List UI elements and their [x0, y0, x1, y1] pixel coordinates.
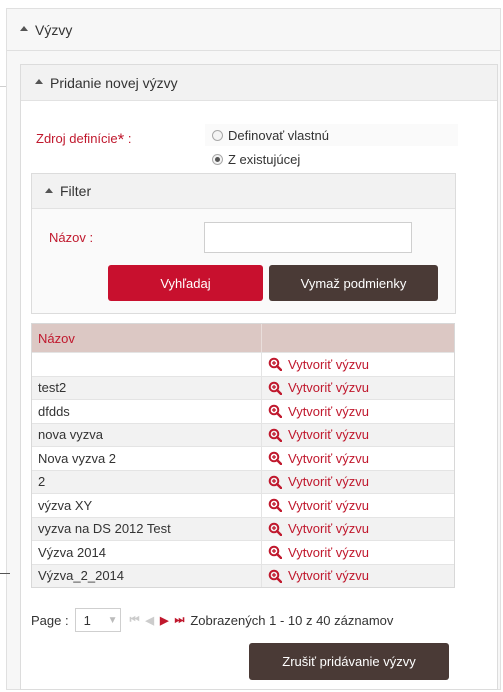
row-name: výzva XY	[32, 494, 262, 517]
column-header-action	[262, 324, 454, 352]
zoom-in-icon	[268, 569, 288, 583]
name-filter-label: Názov :	[49, 230, 94, 245]
create-call-label: Vytvoriť výzvu	[288, 450, 369, 466]
create-call-link[interactable]: Vytvoriť výzvu	[262, 447, 454, 470]
table-row: Výzva 2014 Vytvoriť výzvu	[32, 540, 454, 564]
row-name: test2	[32, 376, 262, 399]
create-call-link[interactable]: Vytvoriť výzvu	[262, 494, 454, 517]
create-call-link[interactable]: Vytvoriť výzvu	[262, 377, 454, 400]
radio-define-own-label: Definovať vlastnú	[228, 127, 329, 143]
table-row: vyzva na DS 2012 Test Vytvoriť výzvu	[32, 516, 454, 541]
definition-source-label: Zdroj definície* :	[36, 130, 132, 149]
row-name: nova vyzva	[32, 423, 262, 446]
table-row: výzva XY Vytvoriť výzvu	[32, 493, 454, 517]
new-call-panel-header[interactable]: Pridanie novej výzvy	[21, 65, 497, 101]
first-page-icon: ⏮	[129, 613, 140, 626]
table-row: 2 Vytvoriť výzvu	[32, 469, 454, 494]
table-row: nova vyzva Vytvoriť výzvu	[32, 422, 454, 447]
zoom-in-icon	[268, 522, 288, 536]
page-select-value: 1	[83, 612, 91, 628]
table-row: Vytvoriť výzvu	[32, 352, 454, 376]
new-call-panel: Pridanie novej výzvy Zdroj definície* : …	[20, 64, 498, 690]
collapse-caret-icon[interactable]	[35, 79, 43, 84]
grid-header: Názov	[32, 324, 454, 352]
cancel-add-call-button[interactable]: Zrušiť pridávanie výzvy	[249, 643, 449, 680]
calls-panel-header[interactable]: Výzvy	[7, 9, 500, 51]
row-name: Výzva 2014	[32, 541, 262, 564]
clear-conditions-button[interactable]: Vymaž podmienky	[269, 265, 438, 301]
row-name: dfdds	[32, 400, 262, 423]
row-name: vyzva na DS 2012 Test	[32, 517, 262, 540]
collapse-caret-icon[interactable]	[45, 187, 53, 193]
table-row: test2 Vytvoriť výzvu	[32, 375, 454, 400]
calls-panel-title: Výzvy	[35, 21, 73, 38]
zoom-in-icon	[268, 475, 288, 489]
previous-page-icon: ◀	[145, 614, 154, 627]
zoom-in-icon	[268, 498, 288, 513]
zoom-in-icon	[268, 428, 288, 442]
row-name	[32, 353, 262, 376]
table-row: dfdds Vytvoriť výzvu	[32, 399, 454, 423]
create-call-label: Vytvoriť výzvu	[288, 474, 369, 490]
radio-button-checked[interactable]	[212, 153, 223, 165]
zoom-in-icon	[268, 381, 288, 395]
new-call-panel-title: Pridanie novej výzvy	[50, 74, 178, 91]
create-call-label: Vytvoriť výzvu	[288, 568, 369, 584]
radio-button[interactable]	[212, 129, 223, 141]
last-page-icon[interactable]: ⏭	[174, 614, 184, 627]
required-mark: *	[117, 130, 125, 149]
row-name: Nova vyzva 2	[32, 447, 262, 470]
divider-line	[0, 573, 10, 574]
create-call-label: Vytvoriť výzvu	[288, 380, 369, 396]
table-row: Nova vyzva 2 Vytvoriť výzvu	[32, 446, 454, 470]
create-call-label: Vytvoriť výzvu	[288, 521, 369, 537]
row-name: 2	[32, 470, 262, 493]
next-page-icon[interactable]: ▶	[160, 614, 168, 627]
name-filter-input[interactable]	[204, 222, 412, 253]
filter-panel: Filter Názov : Vyhľadaj Vymaž podmienky	[31, 173, 456, 314]
create-call-label: Vytvoriť výzvu	[288, 497, 369, 513]
create-call-link[interactable]: Vytvoriť výzvu	[262, 353, 454, 376]
create-call-link[interactable]: Vytvoriť výzvu	[262, 518, 454, 541]
filter-title: Filter	[60, 183, 92, 199]
column-header-name[interactable]: Názov	[32, 324, 262, 352]
create-call-label: Vytvoriť výzvu	[288, 544, 369, 560]
create-call-label: Vytvoriť výzvu	[288, 403, 369, 419]
create-call-link[interactable]: Vytvoriť výzvu	[262, 400, 454, 423]
page-label: Page :	[31, 612, 69, 628]
radio-from-existing-label: Z existujúcej	[228, 151, 301, 167]
page-select[interactable]: 1 ▼	[74, 608, 121, 632]
zoom-in-icon	[268, 451, 288, 466]
row-name: Výzva_2_2014	[32, 564, 262, 587]
create-call-label: Vytvoriť výzvu	[288, 427, 369, 443]
search-button[interactable]: Vyhľadaj	[108, 265, 263, 301]
filter-header[interactable]: Filter	[32, 174, 455, 209]
chevron-down-icon[interactable]: ▼	[98, 609, 120, 631]
collapse-caret-icon[interactable]	[20, 26, 28, 31]
pager: Page : 1 ▼ ⏮ ◀ ▶ ⏭ Zobrazených 1 - 10 z …	[31, 606, 393, 634]
calls-grid: Názov Vytvoriť výzvu test2 Vytvoriť výzvu d…	[31, 323, 455, 588]
create-call-link[interactable]: Vytvoriť výzvu	[262, 565, 454, 588]
table-row: Výzva_2_2014 Vytvoriť výzvu	[32, 563, 454, 588]
radio-from-existing[interactable]: Z existujúcej	[205, 149, 300, 169]
radio-define-own[interactable]: Definovať vlastnú	[205, 124, 458, 146]
create-call-link[interactable]: Vytvoriť výzvu	[262, 541, 454, 564]
create-call-label: Vytvoriť výzvu	[288, 356, 369, 372]
create-call-link[interactable]: Vytvoriť výzvu	[262, 471, 454, 494]
zoom-in-icon	[268, 404, 288, 419]
zoom-in-icon	[268, 357, 288, 372]
create-call-link[interactable]: Vytvoriť výzvu	[262, 424, 454, 447]
records-summary: Zobrazených 1 - 10 z 40 záznamov	[190, 612, 394, 628]
zoom-in-icon	[268, 545, 288, 560]
calls-panel: Výzvy Pridanie novej výzvy Zdroj definíc…	[6, 8, 501, 690]
